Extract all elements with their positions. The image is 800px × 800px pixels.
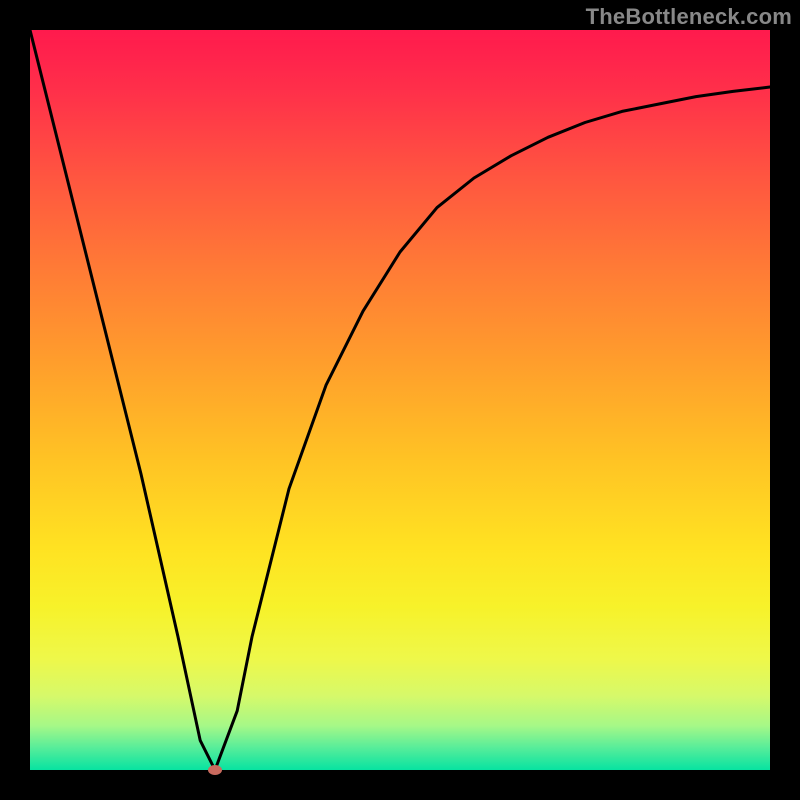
plot-area [30,30,770,770]
watermark-text: TheBottleneck.com [586,4,792,30]
minimum-marker [208,765,222,775]
chart-frame: TheBottleneck.com [0,0,800,800]
